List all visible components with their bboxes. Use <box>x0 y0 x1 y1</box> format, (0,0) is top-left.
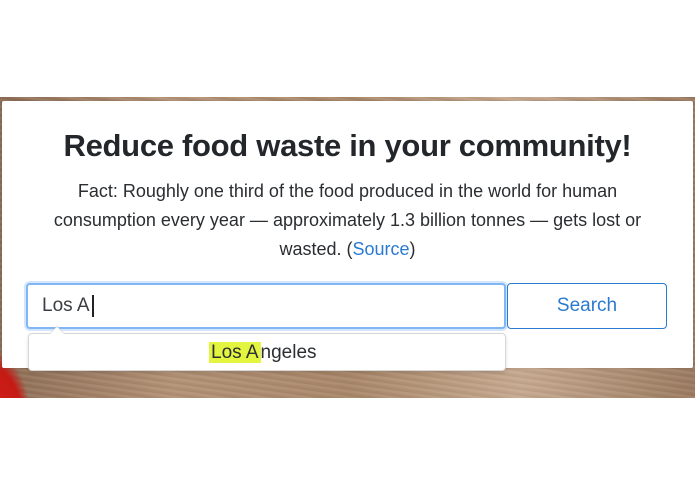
suggestion-match-highlight: Los A <box>209 342 261 363</box>
autocomplete-suggestion[interactable]: Los Angeles <box>209 339 317 367</box>
search-input[interactable] <box>26 283 506 329</box>
source-link[interactable]: Source <box>352 239 409 259</box>
fact-suffix: ) <box>409 239 416 259</box>
suggestion-rest: ngeles <box>260 342 317 363</box>
search-button[interactable]: Search <box>507 283 667 329</box>
autocomplete-dropdown: Los Angeles <box>28 326 506 371</box>
text-caret <box>92 295 94 317</box>
fact-text: Fact: Roughly one third of the food prod… <box>30 177 665 264</box>
fact-body: Fact: Roughly one third of the food prod… <box>53 181 642 259</box>
page-title: Reduce food waste in your community! <box>63 128 632 163</box>
